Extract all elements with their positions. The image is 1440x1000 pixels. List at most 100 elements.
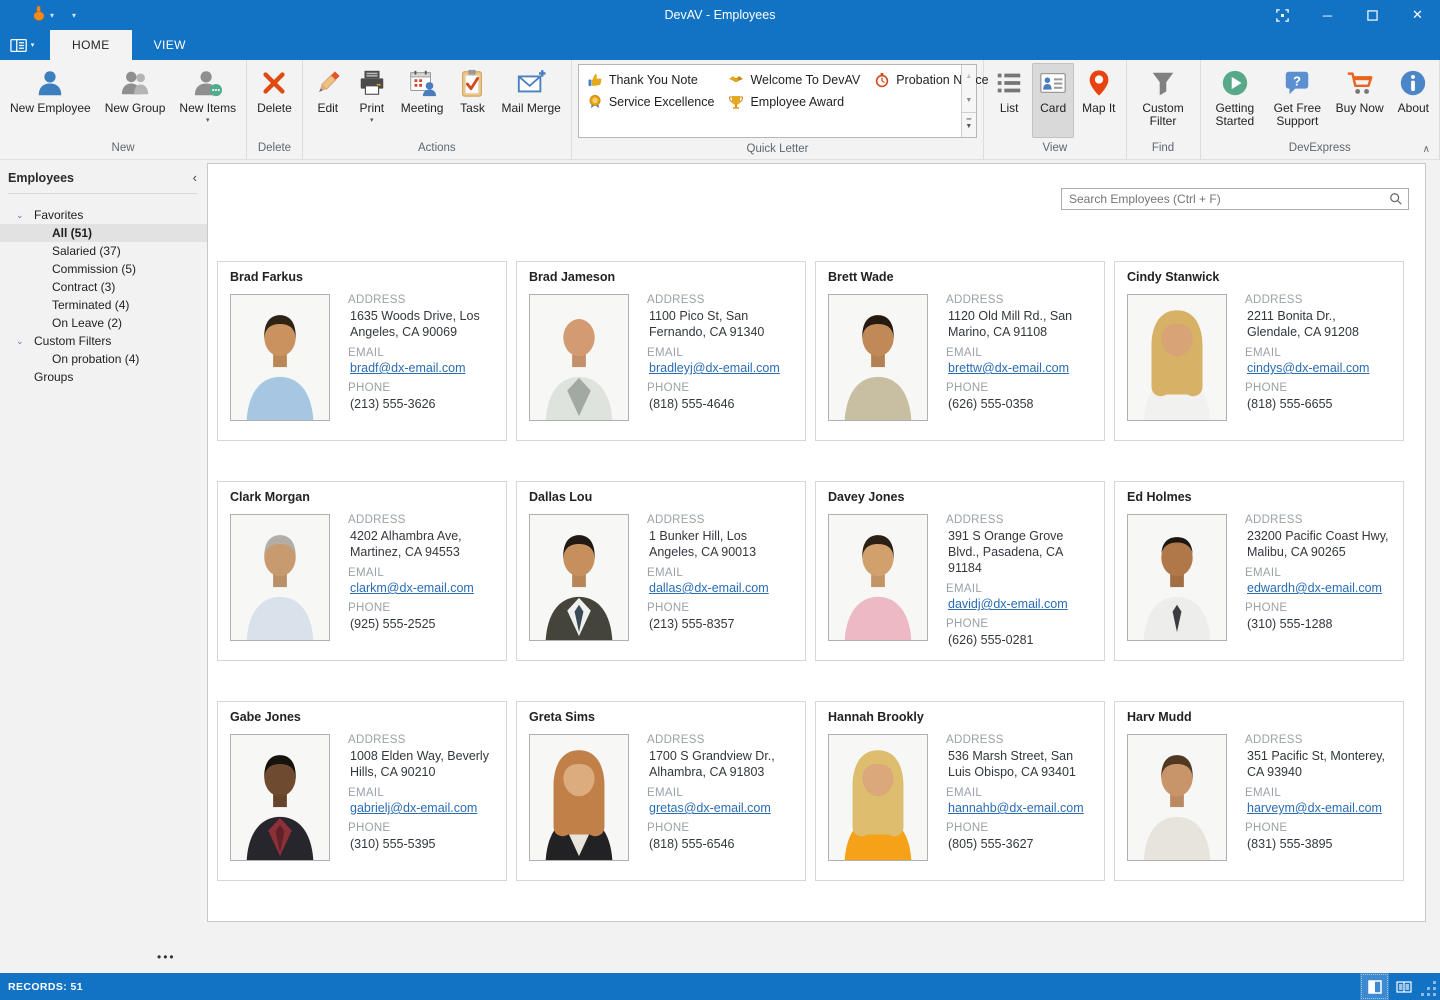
employee-email-link[interactable]: bradf@dx-email.com	[350, 361, 466, 375]
mail-merge-button[interactable]: Mail Merge	[495, 63, 566, 138]
sidebar-tree-item[interactable]: ⌄ On probation (4)	[0, 350, 207, 368]
title-bar: ▾ ▾ DevAV - Employees ─ ✕	[0, 0, 1440, 30]
employee-card[interactable]: Gabe Jones ADDRESS 1008 Elden Way, Bever…	[217, 701, 507, 881]
search-icon[interactable]	[1389, 192, 1403, 211]
search-input[interactable]	[1062, 192, 1408, 206]
employee-card-panel: Brad Farkus ADDRESS 1635 Woods Drive, Lo…	[207, 163, 1426, 922]
employee-phone: (310) 555-5395	[350, 836, 494, 852]
quick-letter-item[interactable]: Employee Award	[722, 91, 868, 113]
sidebar-collapse-icon[interactable]: ‹	[193, 173, 197, 183]
email-label: EMAIL	[348, 347, 494, 359]
task-button[interactable]: Task	[451, 63, 493, 138]
sidebar-tree-item[interactable]: ⌄ Groups	[0, 368, 207, 386]
module-tabs-overflow[interactable]: •••	[157, 950, 176, 964]
new-employee-button[interactable]: New Employee	[4, 63, 97, 138]
task-icon	[457, 66, 487, 100]
ribbon-collapse-icon[interactable]: ∧	[1423, 144, 1430, 155]
employee-email-link[interactable]: edwardh@dx-email.com	[1247, 581, 1382, 595]
employee-email-link[interactable]: gabrielj@dx-email.com	[350, 801, 477, 815]
employee-email-link[interactable]: hannahb@dx-email.com	[948, 801, 1084, 815]
employee-email-link[interactable]: gretas@dx-email.com	[649, 801, 771, 815]
get-free-support-button[interactable]: ? Get Free Support	[1267, 63, 1328, 138]
new-items-button[interactable]: New Items ▾	[173, 63, 242, 138]
list-view-button[interactable]: List	[988, 63, 1030, 138]
employee-email-link[interactable]: davidj@dx-email.com	[948, 597, 1068, 611]
sidebar-tree-item[interactable]: ⌄ Custom Filters	[0, 332, 207, 350]
quick-letter-item[interactable]: Probation Notice	[868, 69, 996, 91]
employee-address: 536 Marsh Street, San Luis Obispo, CA 93…	[948, 748, 1092, 780]
sidebar-tree-item[interactable]: ⌄ On Leave (2)	[0, 314, 207, 332]
minimize-button[interactable]: ─	[1305, 0, 1350, 30]
email-label: EMAIL	[1245, 787, 1391, 799]
employee-email-link[interactable]: harveym@dx-email.com	[1247, 801, 1382, 815]
employee-address: 351 Pacific St, Monterey, CA 93940	[1247, 748, 1391, 780]
custom-filter-button[interactable]: Custom Filter	[1131, 63, 1196, 138]
ribbon-group-delete: Delete Delete	[247, 60, 303, 159]
quick-letter-item[interactable]: Service Excellence	[581, 91, 723, 113]
touch-mode-icon[interactable]	[1260, 0, 1305, 30]
sidebar-tree-item[interactable]: ⌄ Contract (3)	[0, 278, 207, 296]
quick-letter-item[interactable]: Welcome To DevAV	[722, 69, 868, 91]
sidebar-tree-item[interactable]: ⌄ Commission (5)	[0, 260, 207, 278]
sidebar-tree-item[interactable]: ⌄ Terminated (4)	[0, 296, 207, 314]
employee-address: 1635 Woods Drive, Los Angeles, CA 90069	[350, 308, 494, 340]
employee-email-link[interactable]: dallas@dx-email.com	[649, 581, 769, 595]
gallery-scrollbar: ▲ ▼ ▔▼	[961, 65, 977, 137]
buy-now-button[interactable]: Buy Now	[1330, 63, 1390, 138]
card-view-button[interactable]: Card	[1032, 63, 1074, 138]
meeting-button[interactable]: Meeting	[395, 63, 450, 138]
gallery-scroll-down-icon[interactable]: ▼	[962, 89, 977, 113]
employee-card[interactable]: Dallas Lou ADDRESS 1 Bunker Hill, Los An…	[516, 481, 806, 661]
employee-email-link[interactable]: bradleyj@dx-email.com	[649, 361, 780, 375]
sidebar-tree-item[interactable]: ⌄ Favorites	[0, 206, 207, 224]
employee-email-link[interactable]: brettw@dx-email.com	[948, 361, 1069, 375]
close-button[interactable]: ✕	[1395, 0, 1440, 30]
map-it-button[interactable]: Map It	[1076, 63, 1121, 138]
maximize-button[interactable]	[1350, 0, 1395, 30]
employee-card[interactable]: Davey Jones ADDRESS 391 S Orange Grove B…	[815, 481, 1105, 661]
employee-email-link[interactable]: cindys@dx-email.com	[1247, 361, 1369, 375]
employee-email-link[interactable]: clarkm@dx-email.com	[350, 581, 474, 595]
hand-pointer-icon[interactable]	[30, 5, 46, 26]
gallery-scroll-up-icon[interactable]: ▲	[962, 65, 977, 89]
employee-card[interactable]: Greta Sims ADDRESS 1700 S Grandview Dr.,…	[516, 701, 806, 881]
address-label: ADDRESS	[348, 294, 494, 306]
employee-card[interactable]: Brad Farkus ADDRESS 1635 Woods Drive, Lo…	[217, 261, 507, 441]
print-button[interactable]: Print ▾	[351, 63, 393, 138]
gallery-expand-icon[interactable]: ▔▼	[962, 112, 977, 137]
phone-label: PHONE	[1245, 382, 1391, 394]
edit-button[interactable]: Edit	[307, 63, 349, 138]
delete-icon	[259, 66, 289, 100]
employee-card[interactable]: Ed Holmes ADDRESS 23200 Pacific Coast Hw…	[1114, 481, 1404, 661]
employee-card[interactable]: Clark Morgan ADDRESS 4202 Alhambra Ave, …	[217, 481, 507, 661]
employee-name: Hannah Brookly	[828, 710, 1092, 724]
chevron-down-icon[interactable]: ⌄	[16, 210, 34, 221]
employee-phone: (310) 555-1288	[1247, 616, 1391, 632]
tab-view[interactable]: VIEW	[132, 30, 208, 60]
employee-card[interactable]: Harv Mudd ADDRESS 351 Pacific St, Monter…	[1114, 701, 1404, 881]
employee-card[interactable]: Brad Jameson ADDRESS 1100 Pico St, San F…	[516, 261, 806, 441]
employee-card[interactable]: Brett Wade ADDRESS 1120 Old Mill Rd., Sa…	[815, 261, 1105, 441]
employee-card[interactable]: Cindy Stanwick ADDRESS 2211 Bonita Dr., …	[1114, 261, 1404, 441]
card-view-toggle-icon[interactable]	[1360, 973, 1389, 1000]
sidebar-tree-item[interactable]: ⌄ All (51)	[0, 224, 207, 242]
sidebar-tree-item[interactable]: ⌄ Salaried (37)	[0, 242, 207, 260]
tab-home[interactable]: HOME	[50, 30, 132, 60]
delete-button[interactable]: Delete	[251, 63, 298, 138]
new-group-icon	[120, 66, 150, 100]
dropdown-arrow-icon[interactable]: ▾	[50, 11, 54, 20]
app-menu-button[interactable]: ▾	[0, 30, 44, 60]
resize-grip[interactable]	[1418, 973, 1440, 1000]
qat-customize-arrow-icon[interactable]: ▾	[72, 11, 76, 20]
new-group-button[interactable]: New Group	[99, 63, 172, 138]
quick-letter-item[interactable]: Thank You Note	[581, 69, 723, 91]
chevron-down-icon[interactable]: ⌄	[16, 336, 34, 347]
reading-view-toggle-icon[interactable]	[1389, 973, 1418, 1000]
chevron-down-icon: ▾	[206, 116, 210, 124]
employee-card[interactable]: Hannah Brookly ADDRESS 536 Marsh Street,…	[815, 701, 1105, 881]
email-label: EMAIL	[946, 787, 1092, 799]
about-button[interactable]: About	[1392, 63, 1435, 138]
employee-name: Davey Jones	[828, 490, 1092, 504]
employee-photo	[529, 514, 629, 641]
getting-started-button[interactable]: Getting Started	[1205, 63, 1266, 138]
